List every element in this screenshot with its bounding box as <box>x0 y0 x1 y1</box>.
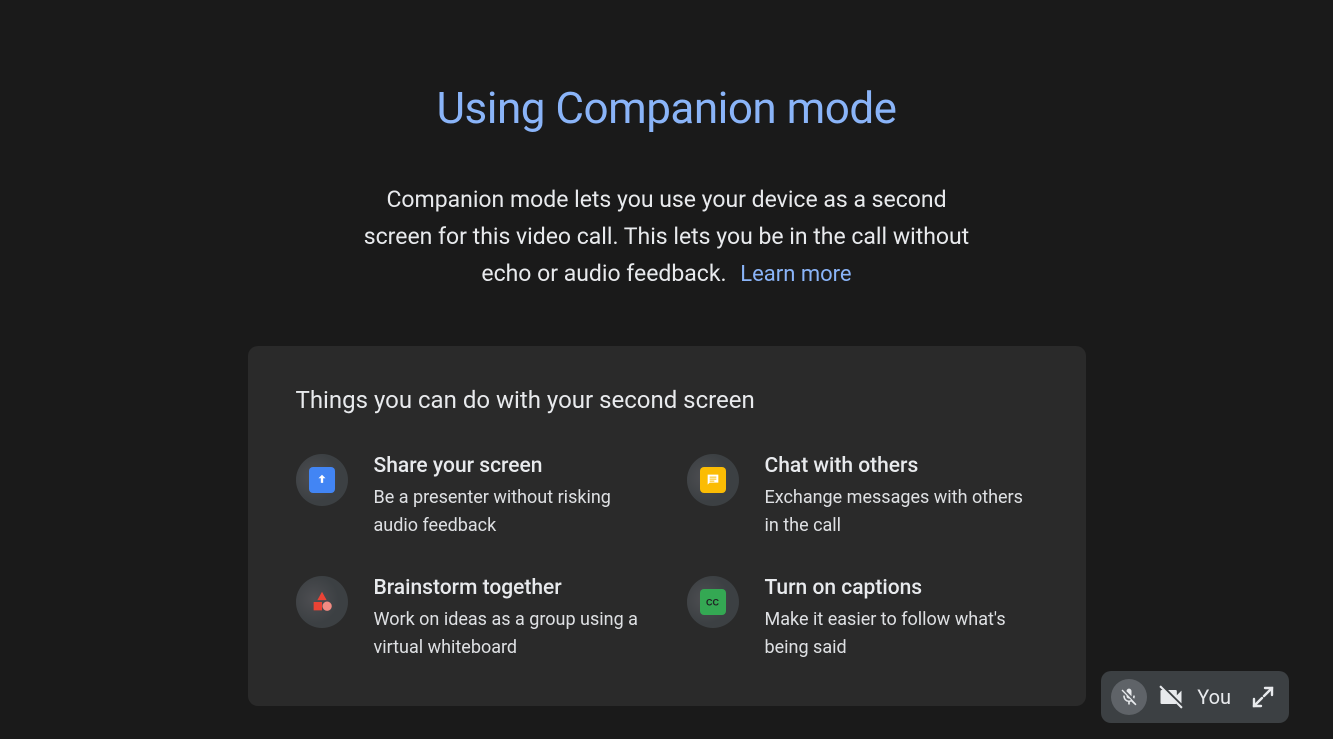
learn-more-link[interactable]: Learn more <box>740 262 851 287</box>
features-grid: Share your screen Be a presenter without… <box>296 454 1038 662</box>
features-card: Things you can do with your second scree… <box>248 346 1086 706</box>
closed-captions-icon: CC <box>700 589 726 615</box>
self-view-label: You <box>1197 685 1231 709</box>
feature-title: Brainstorm together <box>374 576 647 600</box>
share-screen-icon-wrap <box>296 454 348 506</box>
page-title: Using Companion mode <box>437 82 897 134</box>
feature-desc: Make it easier to follow what's being sa… <box>765 606 1038 662</box>
page-description: Companion mode lets you use your device … <box>357 182 977 292</box>
share-screen-icon <box>309 467 335 493</box>
svg-text:CC: CC <box>706 598 719 608</box>
feature-chat: Chat with others Exchange messages with … <box>687 454 1038 540</box>
expand-icon[interactable] <box>1251 685 1275 709</box>
feature-captions: CC Turn on captions Make it easier to fo… <box>687 576 1038 662</box>
camera-off-icon[interactable] <box>1157 683 1185 711</box>
companion-mode-info: Using Companion mode Companion mode lets… <box>0 0 1333 706</box>
description-text: Companion mode lets you use your device … <box>364 186 969 287</box>
brainstorm-icon-wrap <box>296 576 348 628</box>
feature-share-screen: Share your screen Be a presenter without… <box>296 454 647 540</box>
chat-icon-wrap <box>687 454 739 506</box>
features-card-title: Things you can do with your second scree… <box>296 386 1038 414</box>
chat-icon <box>700 467 726 493</box>
self-view-tile: You <box>1101 671 1289 723</box>
shapes-icon <box>309 589 335 615</box>
feature-brainstorm: Brainstorm together Work on ideas as a g… <box>296 576 647 662</box>
mic-off-icon[interactable] <box>1111 679 1147 715</box>
feature-desc: Exchange messages with others in the cal… <box>765 484 1038 540</box>
captions-icon-wrap: CC <box>687 576 739 628</box>
feature-title: Chat with others <box>765 454 1038 478</box>
feature-title: Share your screen <box>374 454 647 478</box>
feature-desc: Work on ideas as a group using a virtual… <box>374 606 647 662</box>
feature-desc: Be a presenter without risking audio fee… <box>374 484 647 540</box>
feature-title: Turn on captions <box>765 576 1038 600</box>
